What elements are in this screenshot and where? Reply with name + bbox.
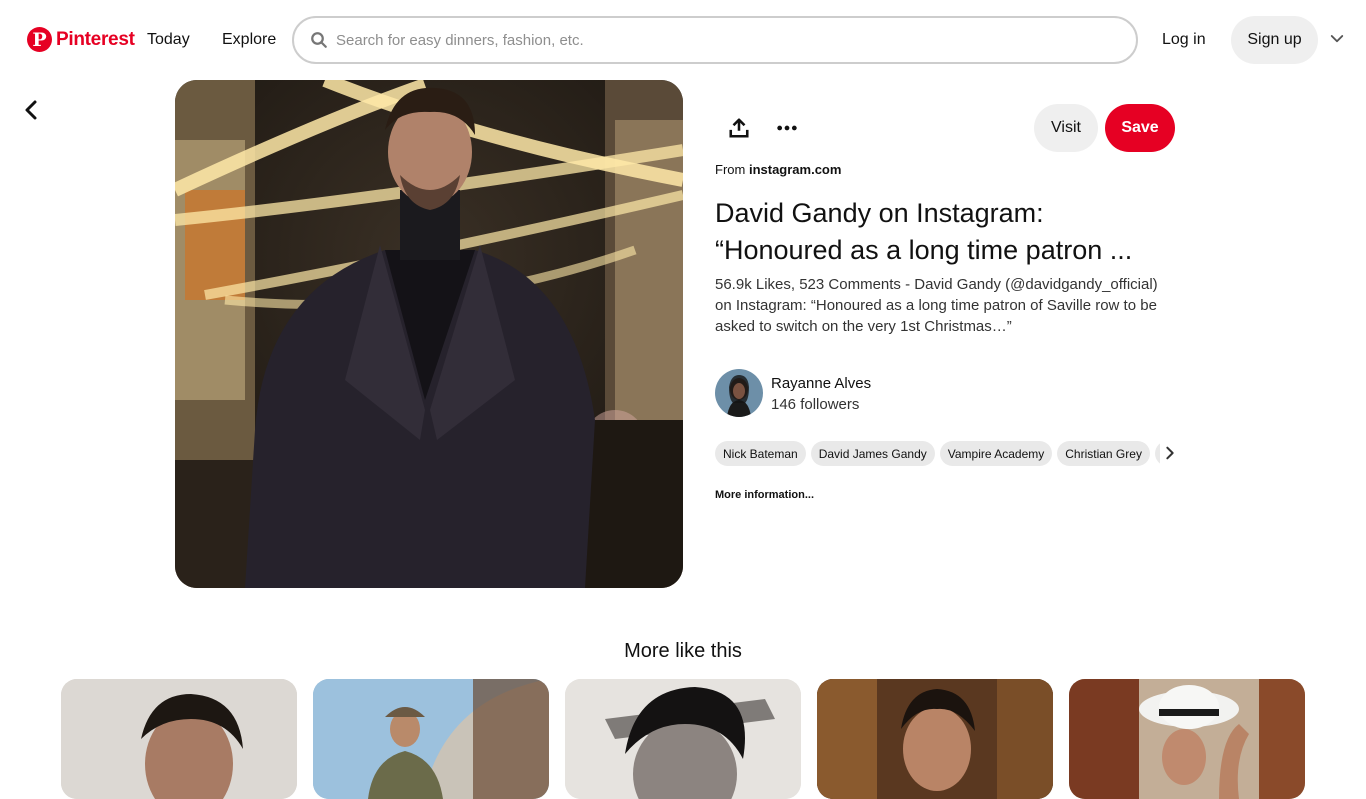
back-arrow-icon[interactable] xyxy=(20,98,44,122)
nav-explore[interactable]: Explore xyxy=(222,31,276,49)
source-domain-link[interactable]: instagram.com xyxy=(749,162,841,177)
search-input[interactable] xyxy=(336,31,1096,49)
related-pin-card[interactable] xyxy=(313,679,549,799)
chevron-right-icon[interactable] xyxy=(1162,445,1178,461)
signup-button[interactable]: Sign up xyxy=(1231,16,1318,64)
tag-chip[interactable]: Nick Bateman xyxy=(715,441,806,466)
pinterest-logo[interactable]: P Pinterest xyxy=(27,27,135,52)
search-icon xyxy=(311,32,327,48)
man-in-coat-photo xyxy=(175,80,683,588)
related-pin-image xyxy=(565,679,801,799)
nav-today[interactable]: Today xyxy=(147,31,190,49)
pin-image[interactable] xyxy=(175,80,683,588)
from-prefix: From xyxy=(715,162,749,177)
tag-list: Nick Bateman David James Gandy Vampire A… xyxy=(715,441,1160,467)
ellipsis-icon xyxy=(777,125,797,131)
share-button[interactable] xyxy=(723,112,755,144)
visit-button[interactable]: Visit xyxy=(1034,104,1098,152)
tag-chip[interactable]: Vampire Academy xyxy=(939,441,1053,466)
user-avatar-image xyxy=(715,369,763,417)
top-header: P Pinterest Today Explore Log in Sign up xyxy=(0,0,1366,80)
related-pin-card[interactable] xyxy=(1069,679,1305,799)
related-pin-image xyxy=(817,679,1053,799)
related-pin-card[interactable] xyxy=(61,679,297,799)
pin-description: 56.9k Likes, 523 Comments - David Gandy … xyxy=(715,276,1158,335)
login-link[interactable]: Log in xyxy=(1162,31,1206,49)
more-options-button[interactable] xyxy=(771,112,803,144)
tag-chip[interactable]: C xyxy=(1154,441,1160,466)
more-information-link[interactable]: More information... xyxy=(715,489,814,501)
tag-chip[interactable]: David James Gandy xyxy=(810,441,935,466)
share-icon xyxy=(729,118,749,138)
pinterest-logo-icon: P xyxy=(27,27,52,52)
pin-title: David Gandy on Instagram: “Honoured as a… xyxy=(715,198,1133,265)
user-followers: 146 followers xyxy=(771,396,860,413)
tag-chip[interactable]: Christian Grey xyxy=(1057,441,1150,466)
related-pin-image xyxy=(313,679,549,799)
related-pin-card[interactable] xyxy=(817,679,1053,799)
search-bar[interactable] xyxy=(292,16,1138,64)
related-pin-image xyxy=(1069,679,1305,799)
save-button[interactable]: Save xyxy=(1105,104,1175,152)
logo-text: Pinterest xyxy=(56,28,135,50)
related-pin-card[interactable] xyxy=(565,679,801,799)
more-like-this-heading: More like this xyxy=(624,640,742,662)
related-pin-image xyxy=(61,679,297,799)
pin-source: From instagram.com xyxy=(715,162,841,177)
user-name[interactable]: Rayanne Alves xyxy=(771,375,871,392)
user-avatar[interactable] xyxy=(715,369,763,417)
chevron-down-icon[interactable] xyxy=(1328,30,1346,48)
